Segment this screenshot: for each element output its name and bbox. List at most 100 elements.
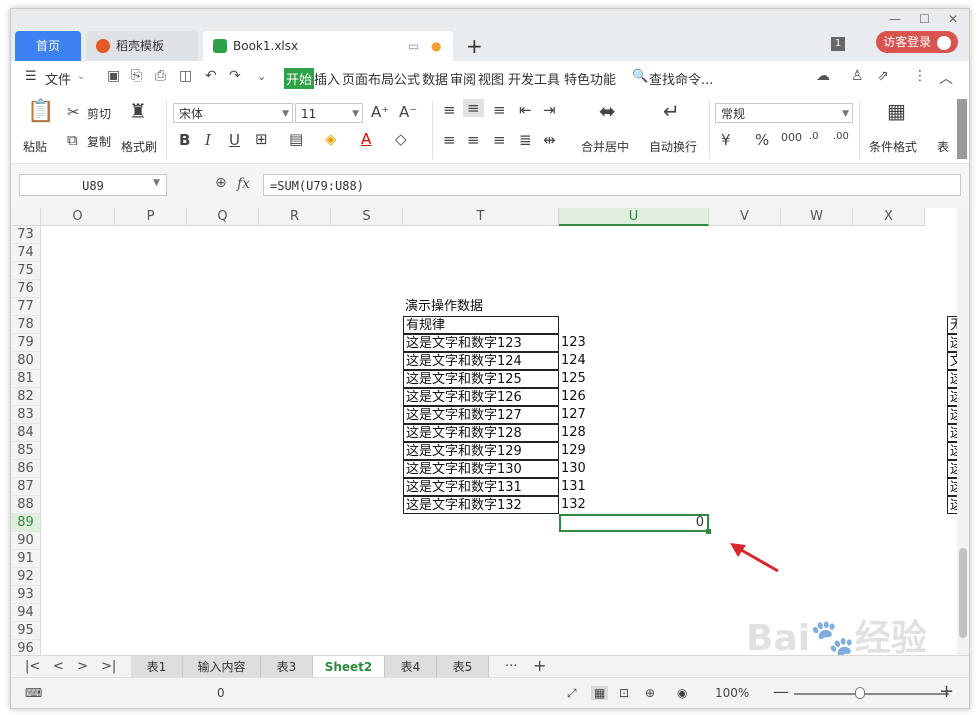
menu-developer[interactable]: 开发工具 (508, 69, 560, 88)
increase-font-icon[interactable]: A⁺ (371, 103, 389, 121)
zoom-in-icon[interactable]: + (939, 681, 954, 702)
increase-decimal-icon[interactable]: .0 (809, 131, 819, 142)
first-sheet-icon[interactable]: |< (25, 659, 40, 674)
column-header-t[interactable]: T (403, 208, 559, 226)
right-table-header-cell[interactable]: 无 (947, 316, 957, 334)
row-header-75[interactable]: 75 (11, 262, 41, 280)
spreadsheet-grid[interactable]: OPQRSTUVWX 73 74 75 76 77 78 79 80 81 82 83 84 85 86 8… (11, 208, 957, 655)
row-header-76[interactable]: 76 (11, 280, 41, 298)
print-icon[interactable]: ⎙ (155, 68, 166, 84)
menu-view[interactable]: 视图 (478, 69, 504, 88)
text-cell[interactable]: 这是文字和数字125 (403, 370, 559, 388)
copy-label[interactable]: 复制 (87, 133, 111, 150)
text-cell[interactable]: 这是文字和数字123 (403, 334, 559, 352)
align-center-icon[interactable]: ≡ (467, 131, 480, 149)
percent-icon[interactable]: % (755, 131, 769, 149)
clear-format-icon[interactable]: ◇ (395, 130, 407, 148)
close-window-icon[interactable]: ✕ (948, 12, 958, 26)
cut-icon[interactable]: ✂ (67, 103, 80, 121)
row-header-80[interactable]: 80 (11, 352, 41, 370)
sheet-tab-5[interactable]: 表5 (437, 656, 489, 678)
zoom-slider[interactable] (794, 693, 949, 695)
number-cell[interactable]: 129 (561, 442, 701, 460)
fill-handle[interactable] (706, 529, 711, 534)
column-header-w[interactable]: W (781, 208, 853, 226)
column-header-x[interactable]: X (853, 208, 925, 226)
selected-result-cell[interactable]: 0 (559, 514, 709, 532)
distributed-icon[interactable]: ⇹ (543, 131, 556, 149)
merge-center-label[interactable]: 合并居中 (581, 138, 629, 155)
menu-insert[interactable]: 插入 (314, 69, 340, 88)
macro-record-icon[interactable]: ⌨ (25, 686, 42, 700)
border-icon[interactable]: ⊞ (255, 130, 268, 148)
table-title-cell[interactable]: 演示操作数据 (405, 298, 561, 316)
zoom-level[interactable]: 100% (715, 686, 749, 700)
cloud-icon[interactable]: ☁ (816, 68, 830, 84)
minimize-icon[interactable]: — (889, 12, 901, 26)
row-header-73[interactable]: 73 (11, 226, 41, 244)
reading-mode-icon[interactable]: ⊕ (645, 686, 655, 700)
column-header-u[interactable]: U (559, 208, 709, 226)
fill-color-icon[interactable]: ◈ (325, 130, 337, 148)
column-header-p[interactable]: P (115, 208, 187, 226)
bold-icon[interactable]: B (179, 131, 190, 149)
row-header-81[interactable]: 81 (11, 370, 41, 388)
guest-login-button[interactable]: 访客登录 (876, 31, 958, 53)
justify-icon[interactable]: ≣ (519, 131, 532, 149)
sheet-tab-4[interactable]: 表4 (385, 656, 437, 678)
italic-icon[interactable]: I (205, 131, 211, 149)
menu-special[interactable]: 特色功能 (564, 69, 616, 88)
align-top-icon[interactable]: ≡ (443, 101, 456, 119)
prev-sheet-icon[interactable]: < (53, 659, 64, 674)
column-header-v[interactable]: V (709, 208, 781, 226)
share-icon[interactable]: ⇗ (877, 68, 889, 84)
zoom-slider-knob[interactable] (855, 687, 865, 699)
vertical-scroll-thumb[interactable] (959, 548, 967, 638)
normal-view-icon[interactable]: ▦ (591, 686, 609, 700)
tab-template[interactable]: 稻壳模板 (86, 31, 198, 61)
window-count-badge[interactable]: 1 (831, 37, 845, 51)
tab-book1[interactable]: Book1.xlsx ▭ ● (203, 31, 453, 61)
number-cell[interactable]: 131 (561, 478, 701, 496)
row-header-96[interactable]: 96 (11, 640, 41, 655)
row-header-92[interactable]: 92 (11, 568, 41, 586)
command-search[interactable]: 查找命令... (649, 69, 713, 88)
wrap-text-icon[interactable]: ↵ (663, 99, 680, 123)
menu-page-layout[interactable]: 页面布局 (342, 69, 394, 88)
window-mode-icon[interactable]: ▭ (408, 31, 419, 61)
right-table-cell[interactable]: 这 (947, 424, 957, 442)
table-style-label[interactable]: 表 (937, 138, 949, 155)
select-all-corner[interactable] (11, 208, 41, 226)
tab-home[interactable]: 首页 (15, 31, 81, 61)
sheet-tab-sheet2[interactable]: Sheet2 (313, 656, 385, 678)
fx-icon[interactable]: fx (237, 176, 250, 192)
print-preview-icon[interactable]: ◫ (179, 68, 192, 84)
quick-access-dropdown-icon[interactable]: ⌄ (257, 70, 266, 83)
number-cell[interactable]: 127 (561, 406, 701, 424)
row-header-89[interactable]: 89 (11, 514, 41, 532)
new-tab-plus-icon[interactable]: + (466, 31, 483, 61)
number-cell[interactable]: 128 (561, 424, 701, 442)
column-header-s[interactable]: S (331, 208, 403, 226)
search-icon[interactable]: 🔍 (632, 69, 648, 84)
thousands-icon[interactable]: 000 (781, 131, 802, 144)
paste-label[interactable]: 粘贴 (23, 138, 47, 155)
row-header-82[interactable]: 82 (11, 388, 41, 406)
align-bottom-icon[interactable]: ≡ (493, 101, 506, 119)
number-cell[interactable]: 130 (561, 460, 701, 478)
row-header-85[interactable]: 85 (11, 442, 41, 460)
number-cell[interactable]: 126 (561, 388, 701, 406)
copy-icon[interactable]: ⧉ (67, 131, 78, 149)
text-cell[interactable]: 这是文字和数字126 (403, 388, 559, 406)
undo-icon[interactable]: ↶ (205, 68, 217, 84)
table-header-cell[interactable]: 有规律 (403, 316, 559, 334)
hamburger-icon[interactable]: ☰ (25, 69, 37, 84)
chevron-down-icon[interactable]: ⌄ (77, 71, 85, 82)
currency-icon[interactable]: ¥ (721, 131, 731, 149)
decrease-indent-icon[interactable]: ⇤ (519, 101, 532, 119)
column-header-q[interactable]: Q (187, 208, 259, 226)
align-right-icon[interactable]: ≡ (493, 131, 506, 149)
right-table-cell[interactable]: 这 (947, 406, 957, 424)
text-cell[interactable]: 这是文字和数字124 (403, 352, 559, 370)
more-sheets-icon[interactable]: ··· (505, 659, 517, 674)
